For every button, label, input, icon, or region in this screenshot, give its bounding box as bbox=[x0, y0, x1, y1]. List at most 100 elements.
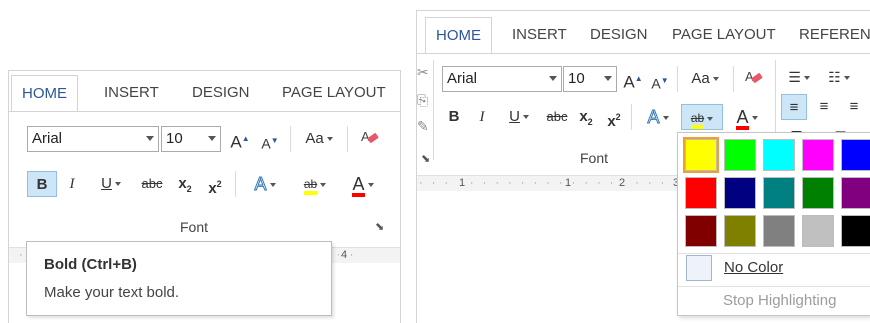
text-effects-button[interactable]: A bbox=[245, 171, 285, 197]
change-case-label: Aa bbox=[691, 70, 710, 87]
font-color-button[interactable]: A bbox=[727, 104, 767, 130]
subscript-mark: 2 bbox=[186, 184, 192, 194]
superscript-label: x bbox=[208, 180, 217, 197]
subscript-button[interactable]: x2 bbox=[173, 171, 197, 197]
tab-home[interactable]: HOME bbox=[425, 17, 492, 53]
shrink-arrow-icon: ▼ bbox=[270, 136, 279, 145]
chevron-down-icon bbox=[803, 76, 810, 81]
shrink-font-button[interactable]: A▼ bbox=[259, 128, 281, 154]
font-name-combo[interactable]: Arial bbox=[27, 126, 159, 152]
color-swatch[interactable] bbox=[724, 177, 756, 209]
superscript-mark: 2 bbox=[615, 112, 621, 122]
subscript-mark: 2 bbox=[587, 117, 593, 127]
palette-divider bbox=[678, 286, 870, 287]
no-color-label: No Color bbox=[724, 259, 784, 276]
color-swatch[interactable] bbox=[724, 139, 756, 171]
palette-divider bbox=[678, 253, 870, 254]
chevron-down-icon bbox=[604, 76, 612, 81]
color-swatch[interactable] bbox=[685, 215, 717, 247]
superscript-button[interactable]: x2 bbox=[603, 104, 625, 130]
separator bbox=[290, 126, 291, 152]
tab-references[interactable]: REFERENC bbox=[799, 17, 870, 53]
tab-insert[interactable]: INSERT bbox=[104, 75, 159, 111]
tab-insert[interactable]: INSERT bbox=[512, 17, 567, 53]
tab-home[interactable]: HOME bbox=[11, 75, 78, 111]
color-swatch[interactable] bbox=[763, 215, 795, 247]
svg-text:A: A bbox=[361, 129, 370, 144]
color-swatch[interactable] bbox=[683, 137, 719, 173]
chevron-down-icon bbox=[208, 136, 216, 141]
bold-button[interactable]: B bbox=[442, 104, 466, 130]
dialog-launcher-icon[interactable]: ⬊ bbox=[375, 220, 384, 233]
strikethrough-button[interactable]: abc bbox=[543, 104, 571, 130]
chevron-down-icon bbox=[320, 182, 327, 187]
separator bbox=[235, 171, 236, 197]
chevron-down-icon bbox=[146, 136, 154, 141]
text-effects-button[interactable]: A bbox=[639, 104, 677, 130]
font-color-button[interactable]: A bbox=[343, 171, 383, 197]
grow-arrow-icon: ▲ bbox=[241, 134, 250, 143]
no-color-option[interactable]: No Color bbox=[682, 255, 867, 283]
strikethrough-label: abc bbox=[141, 176, 163, 191]
copy-icon[interactable]: ⎘ bbox=[417, 92, 428, 109]
shrink-font-button[interactable]: A▼ bbox=[650, 68, 670, 94]
font-name-combo[interactable]: Arial bbox=[442, 66, 562, 92]
chevron-down-icon bbox=[549, 76, 557, 81]
highlight-button[interactable]: ab bbox=[681, 104, 723, 130]
tab-design[interactable]: DESIGN bbox=[192, 75, 250, 111]
italic-button[interactable]: I bbox=[61, 171, 83, 197]
ribbon-body: Arial 10 A▲ A▼ Aa A B I U abc x2 x2 A ab… bbox=[9, 111, 400, 241]
grow-font-button[interactable]: A▲ bbox=[623, 66, 643, 92]
dialog-launcher-icon[interactable]: ⬊ bbox=[421, 152, 430, 165]
italic-button[interactable]: I bbox=[472, 104, 492, 130]
strikethrough-label: abc bbox=[546, 109, 568, 124]
bold-button[interactable]: B bbox=[27, 171, 57, 197]
chevron-down-icon bbox=[326, 137, 333, 142]
superscript-button[interactable]: x2 bbox=[203, 171, 227, 197]
color-swatch[interactable] bbox=[724, 215, 756, 247]
stop-highlighting-option[interactable]: Stop Highlighting bbox=[723, 292, 836, 309]
bullets-button[interactable]: ☰ bbox=[781, 64, 817, 90]
color-swatch[interactable] bbox=[841, 139, 870, 171]
tab-page-layout[interactable]: PAGE LAYOUT bbox=[282, 75, 386, 111]
format-painter-icon[interactable]: ✎ bbox=[417, 118, 429, 135]
underline-button[interactable]: U bbox=[91, 171, 131, 197]
change-case-button[interactable]: Aa bbox=[299, 126, 339, 152]
color-swatch[interactable] bbox=[763, 177, 795, 209]
grow-font-button[interactable]: A▲ bbox=[229, 126, 251, 152]
tab-design[interactable]: DESIGN bbox=[590, 17, 648, 53]
clear-formatting-button[interactable]: A bbox=[741, 66, 767, 92]
ruler-mark: 1 bbox=[457, 177, 468, 189]
italic-label: I bbox=[69, 176, 75, 192]
superscript-label: x bbox=[607, 113, 616, 130]
underline-label: U bbox=[509, 108, 520, 125]
color-swatch[interactable] bbox=[685, 177, 717, 209]
shrink-font-label: A bbox=[651, 75, 661, 92]
color-swatch[interactable] bbox=[802, 139, 834, 171]
underline-button[interactable]: U bbox=[499, 104, 539, 130]
align-right-icon: ≡ bbox=[849, 98, 859, 115]
cut-icon[interactable]: ✂ bbox=[417, 64, 429, 81]
font-size-combo[interactable]: 10 bbox=[161, 126, 221, 152]
clear-formatting-icon: A bbox=[361, 129, 379, 144]
font-size-combo[interactable]: 10 bbox=[563, 66, 617, 92]
clear-formatting-button[interactable]: A bbox=[357, 126, 383, 152]
strikethrough-button[interactable]: abc bbox=[137, 171, 167, 197]
numbering-button[interactable]: ☷ bbox=[821, 64, 857, 90]
align-center-button[interactable]: ≡ bbox=[811, 94, 837, 120]
ruler-mark: 1 bbox=[563, 177, 574, 189]
change-case-button[interactable]: Aa bbox=[685, 66, 725, 92]
color-swatch[interactable] bbox=[841, 215, 870, 247]
color-swatch[interactable] bbox=[802, 215, 834, 247]
tab-page-layout[interactable]: PAGE LAYOUT bbox=[672, 17, 776, 53]
color-swatch[interactable] bbox=[841, 177, 870, 209]
color-swatch[interactable] bbox=[763, 139, 795, 171]
align-left-button[interactable]: ≡ bbox=[781, 94, 807, 120]
highlight-button[interactable]: ab bbox=[293, 171, 337, 197]
subscript-button[interactable]: x2 bbox=[575, 104, 597, 130]
chevron-down-icon bbox=[662, 116, 669, 121]
color-swatch[interactable] bbox=[802, 177, 834, 209]
align-right-button[interactable]: ≡ bbox=[841, 94, 867, 120]
change-case-label: Aa bbox=[305, 130, 324, 147]
font-size-value: 10 bbox=[166, 130, 183, 147]
